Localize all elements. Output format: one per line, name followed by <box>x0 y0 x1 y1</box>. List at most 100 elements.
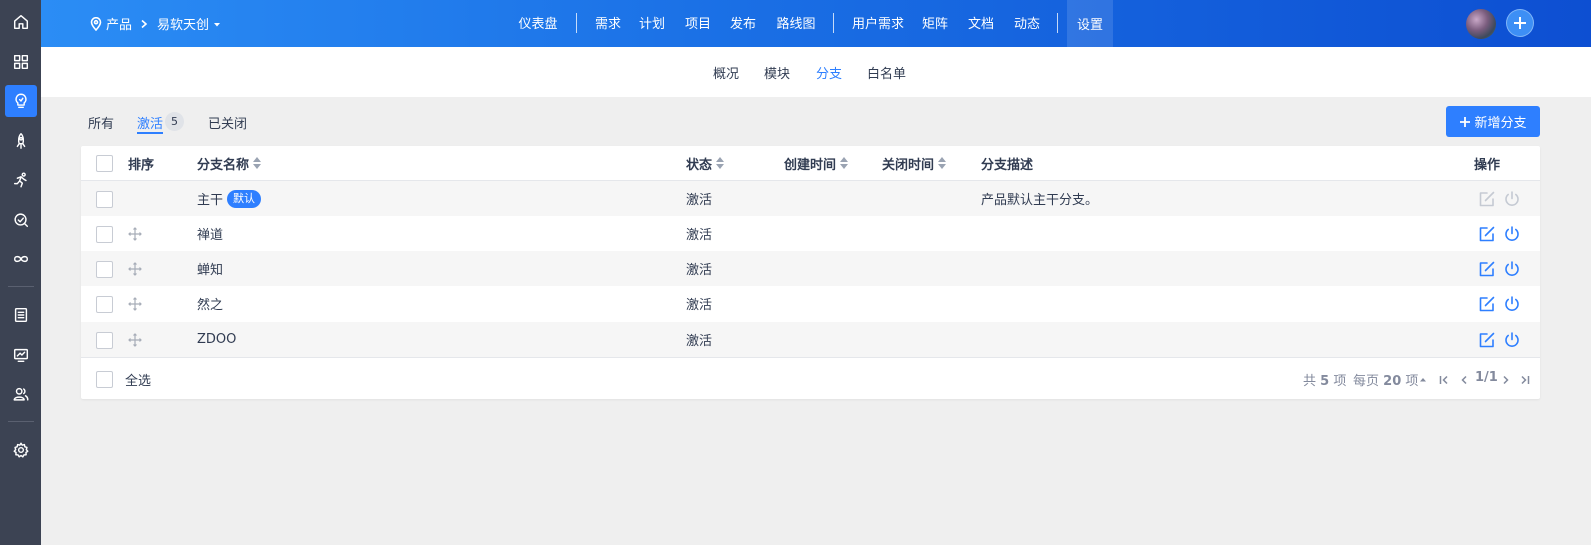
last-page-icon[interactable] <box>1519 374 1531 386</box>
edit-icon <box>1477 189 1497 209</box>
power-icon[interactable] <box>1502 259 1522 279</box>
col-closed[interactable]: 关闭时间 <box>882 146 947 180</box>
subnav-whitelist[interactable]: 白名单 <box>867 63 906 82</box>
branch-name[interactable]: 蝉知 <box>197 251 223 286</box>
nav-plans[interactable]: 计划 <box>634 0 670 44</box>
caret-up-icon[interactable] <box>1417 374 1429 386</box>
breadcrumb-product[interactable]: 产品 <box>89 0 132 47</box>
table-row: 主干 默认 激活 产品默认主干分支。 <box>81 181 1540 216</box>
edit-icon[interactable] <box>1477 330 1497 350</box>
document-list-icon[interactable] <box>5 299 37 331</box>
col-order: 排序 <box>128 157 155 173</box>
nav-projects[interactable]: 项目 <box>680 0 716 44</box>
nav-user-requirements[interactable]: 用户需求 <box>847 0 909 44</box>
nav-dashboard[interactable]: 仪表盘 <box>510 0 566 44</box>
nav-releases[interactable]: 发布 <box>725 0 761 44</box>
total-count: 共 5 项 <box>1303 370 1346 389</box>
left-sidebar <box>0 0 41 545</box>
branch-name[interactable]: ZDOO <box>197 322 236 357</box>
branch-name[interactable]: 然之 <box>197 286 223 321</box>
subnav-branches[interactable]: 分支 <box>816 63 842 82</box>
location-pin-icon <box>90 16 102 31</box>
total-prefix: 共 <box>1303 374 1317 389</box>
edit-icon[interactable] <box>1477 224 1497 244</box>
tab-active-underline <box>137 132 163 134</box>
sprint-runner-icon[interactable] <box>5 164 37 196</box>
tab-active[interactable]: 激活 <box>137 113 163 132</box>
row-checkbox[interactable] <box>96 191 113 208</box>
sort-icon[interactable] <box>840 157 849 169</box>
power-icon[interactable] <box>1502 294 1522 314</box>
branch-status: 激活 <box>686 334 713 349</box>
rocket-icon[interactable] <box>5 125 37 157</box>
test-search-icon[interactable] <box>5 204 37 236</box>
total-suffix: 项 <box>1333 374 1347 389</box>
next-page-icon[interactable] <box>1500 374 1512 386</box>
caret-down-icon <box>214 22 221 26</box>
home-icon[interactable] <box>5 6 37 38</box>
row-checkbox[interactable] <box>96 332 113 349</box>
drag-handle-icon[interactable] <box>128 322 142 357</box>
per-page-value: 20 <box>1383 374 1402 389</box>
active-count-badge: 5 <box>165 112 184 131</box>
users-icon[interactable] <box>5 378 37 410</box>
col-name-label: 分支名称 <box>197 157 250 173</box>
drag-handle-icon[interactable] <box>128 216 142 251</box>
prev-page-icon[interactable] <box>1458 374 1470 386</box>
rail-divider <box>8 421 34 422</box>
table-row: 禅道 激活 <box>81 216 1540 251</box>
branch-name-text: 主干 <box>197 193 224 208</box>
first-page-icon[interactable] <box>1438 374 1450 386</box>
monitor-chart-icon[interactable] <box>5 339 37 371</box>
branch-name[interactable]: 主干 默认 <box>197 181 262 216</box>
power-icon[interactable] <box>1502 224 1522 244</box>
gear-icon[interactable] <box>5 434 37 466</box>
nav-dynamics[interactable]: 动态 <box>1009 0 1045 44</box>
edit-icon[interactable] <box>1477 294 1497 314</box>
col-status-label: 状态 <box>686 157 713 173</box>
drag-handle-icon[interactable] <box>128 286 142 321</box>
devops-infinity-icon[interactable] <box>5 243 37 275</box>
row-checkbox[interactable] <box>96 226 113 243</box>
nav-settings[interactable]: 设置 <box>1067 0 1113 47</box>
subnav-modules[interactable]: 模块 <box>764 63 790 82</box>
tab-closed[interactable]: 已关闭 <box>208 113 247 132</box>
product-switcher[interactable]: 易软天创 <box>157 0 222 47</box>
col-desc: 分支描述 <box>981 157 1034 173</box>
power-icon <box>1502 189 1522 209</box>
drag-handle-icon[interactable] <box>128 251 142 286</box>
row-checkbox[interactable] <box>96 296 113 313</box>
select-all-checkbox[interactable] <box>96 371 113 388</box>
branch-status: 激活 <box>686 228 713 243</box>
subnav-overview[interactable]: 概况 <box>713 63 739 82</box>
power-icon[interactable] <box>1502 330 1522 350</box>
per-page-prefix: 每页 <box>1353 374 1380 389</box>
row-checkbox[interactable] <box>96 261 113 278</box>
nav-divider <box>833 13 834 33</box>
header-checkbox[interactable] <box>96 155 113 172</box>
avatar[interactable] <box>1466 9 1496 39</box>
col-status[interactable]: 状态 <box>686 146 725 180</box>
edit-icon[interactable] <box>1477 259 1497 279</box>
apps-grid-icon[interactable] <box>5 46 37 78</box>
branch-table: 排序 分支名称 状态 创建时间 关闭时间 分支描述 操作 主干 默认 激活 产品默… <box>81 146 1540 399</box>
table-row: 蝉知 激活 <box>81 251 1540 286</box>
global-create-button[interactable] <box>1506 9 1534 37</box>
sort-icon[interactable] <box>716 157 725 169</box>
sort-icon[interactable] <box>253 157 262 169</box>
col-name[interactable]: 分支名称 <box>197 146 262 180</box>
nav-docs[interactable]: 文档 <box>963 0 999 44</box>
select-all-label[interactable]: 全选 <box>125 370 151 389</box>
tab-all[interactable]: 所有 <box>88 113 114 132</box>
nav-stories[interactable]: 需求 <box>590 0 626 44</box>
per-page-selector[interactable]: 每页 20 项 <box>1353 370 1418 389</box>
total-value: 5 <box>1320 374 1330 389</box>
add-branch-button[interactable]: 新增分支 <box>1446 106 1540 137</box>
sort-icon[interactable] <box>938 157 947 169</box>
branch-name[interactable]: 禅道 <box>197 216 223 251</box>
product-bulb-icon[interactable] <box>5 85 37 117</box>
nav-matrix[interactable]: 矩阵 <box>917 0 953 44</box>
nav-roadmap[interactable]: 路线图 <box>771 0 821 44</box>
col-created[interactable]: 创建时间 <box>784 146 849 180</box>
nav-divider <box>1057 13 1058 33</box>
